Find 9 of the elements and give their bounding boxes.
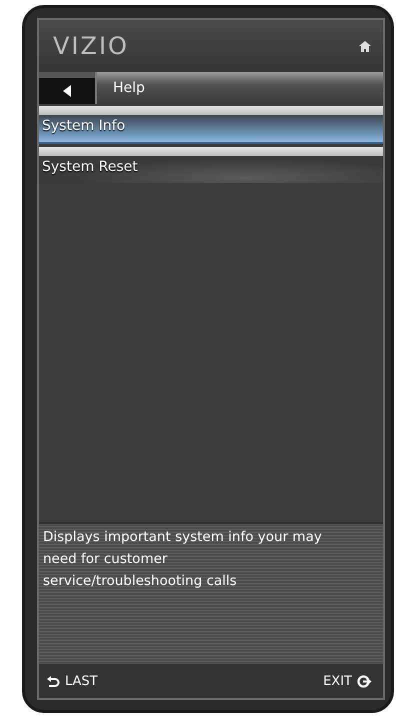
description-text: Displays important system info your may need for customer service/troubleshooting calls — [43, 528, 323, 591]
menu-title: Help — [95, 72, 383, 104]
exit-icon — [357, 674, 373, 688]
last-button[interactable]: LAST — [47, 674, 98, 688]
vizio-logo: VIZIO — [53, 32, 129, 60]
exit-button[interactable]: EXIT — [323, 674, 373, 688]
return-arrow-icon — [47, 675, 60, 687]
left-arrow-icon — [63, 85, 71, 97]
home-icon[interactable] — [359, 40, 371, 52]
